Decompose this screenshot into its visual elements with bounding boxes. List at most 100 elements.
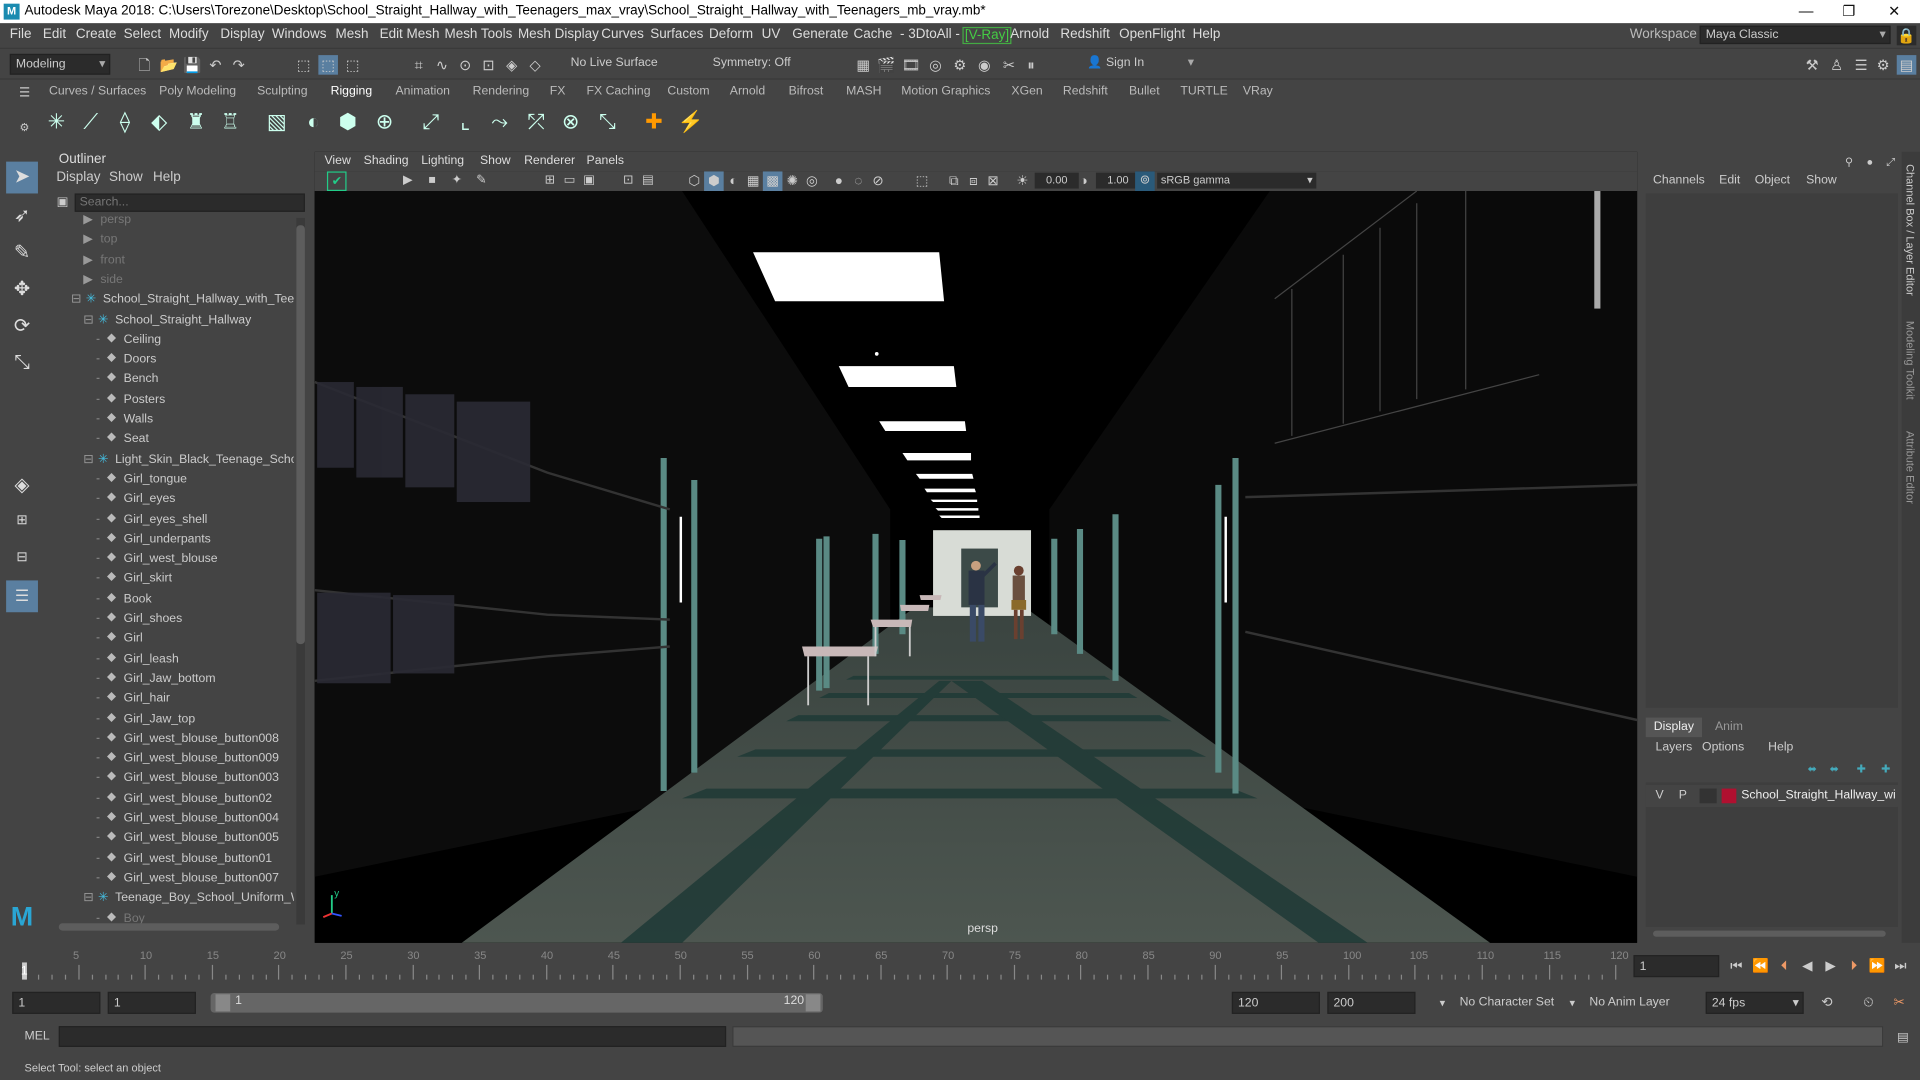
hypershade-icon[interactable]: ◉ <box>975 55 995 75</box>
lattice-icon[interactable]: ⬢ <box>333 108 362 137</box>
rotate-tool-icon[interactable]: ⟳ <box>6 311 38 343</box>
select-object-icon[interactable]: ⬚ <box>318 55 338 75</box>
textured-icon[interactable]: ▦ <box>743 171 763 191</box>
outliner-item[interactable]: ⁃ ⯁ Girl_west_blouse_button007 <box>96 872 279 892</box>
snap-curve-icon[interactable]: ∿ <box>432 55 452 75</box>
menu-help[interactable]: Help <box>1193 27 1221 42</box>
viewport-menu-shading[interactable]: Shading <box>364 154 409 167</box>
render-globals-icon[interactable]: ⚙ <box>950 55 970 75</box>
end-time-field[interactable]: 200 <box>1327 991 1416 1014</box>
layout-four-icon[interactable]: ⊟ <box>6 541 38 573</box>
viewport-menu-panels[interactable]: Panels <box>587 154 624 167</box>
two-d-pan-icon[interactable]: ✎ <box>471 171 491 191</box>
ipr-render-icon[interactable]: ◎ <box>926 55 946 75</box>
shelf-tab-animation[interactable]: Animation <box>396 84 450 97</box>
pole-vector-icon[interactable]: ⤡ <box>593 108 622 137</box>
layer-hscrollbar[interactable] <box>1653 930 1886 937</box>
xray-joints-icon[interactable]: ⧉ <box>944 171 964 191</box>
outliner-menu-show[interactable]: Show <box>109 170 143 185</box>
workspace-dropdown[interactable]: Maya Classic ▾ <box>1699 25 1891 45</box>
range-start-handle[interactable] <box>215 994 231 1012</box>
xray-active-icon[interactable]: ⧈ <box>964 171 984 191</box>
outliner-item[interactable]: ⁃ ⯁ Girl_west_blouse_button009 <box>96 752 279 772</box>
expand-toggle-icon[interactable]: ⊟ <box>83 892 98 905</box>
render-current-icon[interactable]: 🎞 <box>901 55 921 75</box>
menu-windows[interactable]: Windows <box>272 27 327 42</box>
playback-end-field[interactable]: 120 <box>1231 991 1321 1014</box>
outliner-item[interactable]: ▶ side <box>83 273 123 293</box>
render-settings-icon[interactable]: ▦ <box>853 55 873 75</box>
outliner-item[interactable]: ⊟ ✳ School_Straight_Hallway_with_Teena <box>71 293 294 313</box>
move-layer-up-icon[interactable]: ⬌ <box>1802 759 1822 779</box>
joint-tool-icon[interactable]: ✳ <box>42 108 71 137</box>
select-hierarchy-icon[interactable]: ⬚ <box>294 55 314 75</box>
outliner-menu-help[interactable]: Help <box>153 170 181 185</box>
modeling-toolkit-icon[interactable]: ⚒ <box>1802 55 1822 75</box>
sign-in-dropdown[interactable]: 👤 Sign In ▾ <box>1082 54 1197 75</box>
color-space-dropdown[interactable]: sRGB gamma ▾ <box>1157 172 1317 189</box>
snap-edge-icon[interactable]: ◇ <box>525 55 545 75</box>
current-frame-field[interactable]: 1 <box>1633 955 1720 978</box>
live-surface-field[interactable]: No Live Surface <box>566 54 664 75</box>
playback-start-field[interactable]: 1 <box>107 991 196 1014</box>
outliner-item[interactable]: ⊟ ✳ Teenage_Boy_School_Uniform_Wal <box>83 892 294 912</box>
backface-icon[interactable]: ⊠ <box>983 171 1003 191</box>
go-to-end-icon[interactable]: ⏭ <box>1891 956 1911 976</box>
locator-icon[interactable]: ⤢ <box>416 108 445 137</box>
menu-mesh[interactable]: Mesh <box>336 27 369 42</box>
scene-view[interactable]: persp y <box>314 191 1638 943</box>
color-management-icon[interactable]: ⊚ <box>1135 171 1155 192</box>
shelf-tab-custom[interactable]: Custom <box>667 84 709 97</box>
play-backwards-icon[interactable]: ◀ <box>1798 956 1818 976</box>
character-set-dropdown[interactable]: No Character Set <box>1460 996 1555 1009</box>
menu-edit-mesh[interactable]: Edit Mesh <box>380 27 440 42</box>
layout-single-icon[interactable]: ⊞ <box>6 504 38 536</box>
deformer-icon[interactable]: ⚡ <box>676 108 705 137</box>
snap-surface-icon[interactable]: ◈ <box>502 55 522 75</box>
gamma-field[interactable]: 1.00 <box>1095 172 1141 189</box>
wireframe-on-shaded-icon[interactable]: ◐ <box>724 171 744 191</box>
outliner-item[interactable]: ⁃ ⯁ Girl_tongue <box>96 473 187 493</box>
step-back-key-icon[interactable]: ⏪ <box>1751 956 1771 976</box>
new-empty-layer-icon[interactable]: ✚ <box>1851 759 1871 779</box>
exposure-icon[interactable]: ☀ <box>1013 171 1033 191</box>
menu-generate[interactable]: Generate <box>792 27 848 42</box>
snap-point-icon[interactable]: ⊙ <box>456 55 476 75</box>
motion-blur-icon[interactable]: ◌ <box>849 171 869 191</box>
fps-dropdown[interactable]: 24 fps ▾ <box>1705 991 1804 1014</box>
channel-box-pin-icon[interactable]: ⚲ <box>1839 152 1859 172</box>
ik-spline-icon[interactable]: ⟠ <box>110 108 139 137</box>
mirror-joint-icon[interactable]: ⬖ <box>144 108 173 137</box>
filter-icon[interactable]: ▣ <box>53 193 73 213</box>
channel-menu-channels[interactable]: Channels <box>1653 174 1705 187</box>
outliner-item[interactable]: ⁃ ⯁ Posters <box>96 393 166 413</box>
outliner-scrollbar[interactable] <box>296 217 305 925</box>
anim-layer-icon[interactable]: ▾ <box>1562 993 1582 1013</box>
layer-type-toggle[interactable] <box>1699 788 1717 804</box>
safe-title-icon[interactable]: ▤ <box>638 171 658 191</box>
shelf-tab-mash[interactable]: MASH <box>846 84 881 97</box>
redo-icon[interactable]: ↷ <box>229 55 249 75</box>
viewport-menu-renderer[interactable]: Renderer <box>524 154 575 167</box>
menu-arnold[interactable]: Arnold <box>1010 27 1049 42</box>
shelf-tab-vray[interactable]: VRay <box>1243 84 1273 97</box>
menu-redshift[interactable]: Redshift <box>1060 27 1109 42</box>
layer-playback-toggle[interactable]: P <box>1679 789 1687 802</box>
aim-constraint-icon[interactable]: ⤳ <box>485 108 514 137</box>
menu-mesh-tools[interactable]: Mesh Tools <box>444 27 512 42</box>
open-scene-icon[interactable]: 📂 <box>159 55 179 75</box>
minimize-button[interactable]: — <box>1788 1 1825 22</box>
character-controls-icon[interactable]: ♙ <box>1827 55 1847 75</box>
expand-toggle-icon[interactable]: ⊟ <box>83 453 98 466</box>
layer-tab-anim[interactable]: Anim <box>1704 718 1753 738</box>
outliner-item[interactable]: ⁃ ⯁ Girl_eyes_shell <box>96 512 208 532</box>
outliner-item[interactable]: ⁃ ⯁ Girl_west_blouse_button008 <box>96 732 279 752</box>
grid-icon[interactable]: ⊞ <box>540 171 560 191</box>
isolate-select-icon[interactable]: ⬚ <box>912 171 932 191</box>
channel-box-icon[interactable]: ▤ <box>1896 55 1917 75</box>
menu-openflight[interactable]: OpenFlight <box>1119 27 1185 42</box>
outliner-item[interactable]: ⊟ ✳ School_Straight_Hallway <box>83 313 251 333</box>
shelf-tab-rendering[interactable]: Rendering <box>473 84 530 97</box>
shelf-tab-sculpting[interactable]: Sculpting <box>257 84 307 97</box>
channel-menu-edit[interactable]: Edit <box>1719 174 1740 187</box>
